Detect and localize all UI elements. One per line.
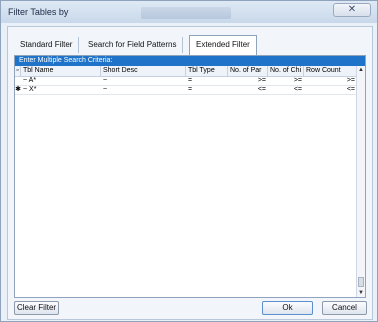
column-header-tbl-name[interactable]: Tbl Name [21, 66, 101, 76]
cell-tbl-name[interactable]: ~ A* [21, 77, 101, 85]
filter-tables-dialog: Filter Tables by ✕ Standard Filter Searc… [0, 0, 378, 322]
column-header-no-of-chi[interactable]: No. of Chi [268, 66, 304, 76]
criteria-grid: Enter Multiple Search Criteria: ▫ Tbl Na… [14, 55, 366, 298]
cell-no-of-chi[interactable]: >= [268, 77, 304, 85]
close-icon: ✕ [347, 4, 357, 15]
vertical-scrollbar[interactable]: ▲ ▼ [356, 66, 365, 297]
ok-button[interactable]: Ok [262, 301, 313, 315]
column-header-no-of-par[interactable]: No. of Par [228, 66, 268, 76]
filter-panel: Standard Filter Search for Field Pattern… [7, 26, 373, 320]
cell-tbl-type[interactable]: = [186, 77, 228, 85]
cell-no-of-par[interactable]: <= [228, 86, 268, 94]
scroll-down-icon[interactable]: ▼ [357, 289, 365, 297]
scroll-thumb[interactable] [358, 277, 364, 287]
grid-section-title: Enter Multiple Search Criteria: [15, 56, 365, 66]
cell-row-count[interactable]: >= [304, 77, 357, 85]
close-button[interactable]: ✕ [333, 3, 371, 17]
dialog-title: Filter Tables by [8, 7, 69, 17]
table-row[interactable]: ✱ ~ X* ~ = <= <= <= [15, 86, 357, 95]
column-headers: ▫ Tbl Name Short Desc Tbl Type No. of Pa… [15, 66, 357, 77]
cell-no-of-chi[interactable]: <= [268, 86, 304, 94]
cell-short-desc[interactable]: ~ [101, 86, 186, 94]
tab-search-field-patterns[interactable]: Search for Field Patterns [82, 37, 184, 53]
table-row[interactable]: ~ A* ~ = >= >= >= [15, 77, 357, 86]
clear-filter-button[interactable]: Clear Filter [14, 301, 59, 315]
cancel-button[interactable]: Cancel [322, 301, 367, 315]
tab-extended-filter[interactable]: Extended Filter [189, 35, 257, 56]
scroll-up-icon[interactable]: ▲ [357, 66, 365, 74]
cell-no-of-par[interactable]: >= [228, 77, 268, 85]
tab-standard-filter[interactable]: Standard Filter [14, 37, 80, 53]
title-bar: Filter Tables by ✕ [1, 1, 377, 23]
column-header-row-count[interactable]: Row Count [304, 66, 357, 76]
cell-short-desc[interactable]: ~ [101, 77, 186, 85]
column-header-tbl-type[interactable]: Tbl Type [186, 66, 228, 76]
cell-tbl-name[interactable]: ~ X* [21, 86, 101, 94]
column-header-short-desc[interactable]: Short Desc [101, 66, 186, 76]
cell-tbl-type[interactable]: = [186, 86, 228, 94]
title-bar-blur [141, 7, 231, 19]
cell-row-count[interactable]: <= [304, 86, 357, 94]
